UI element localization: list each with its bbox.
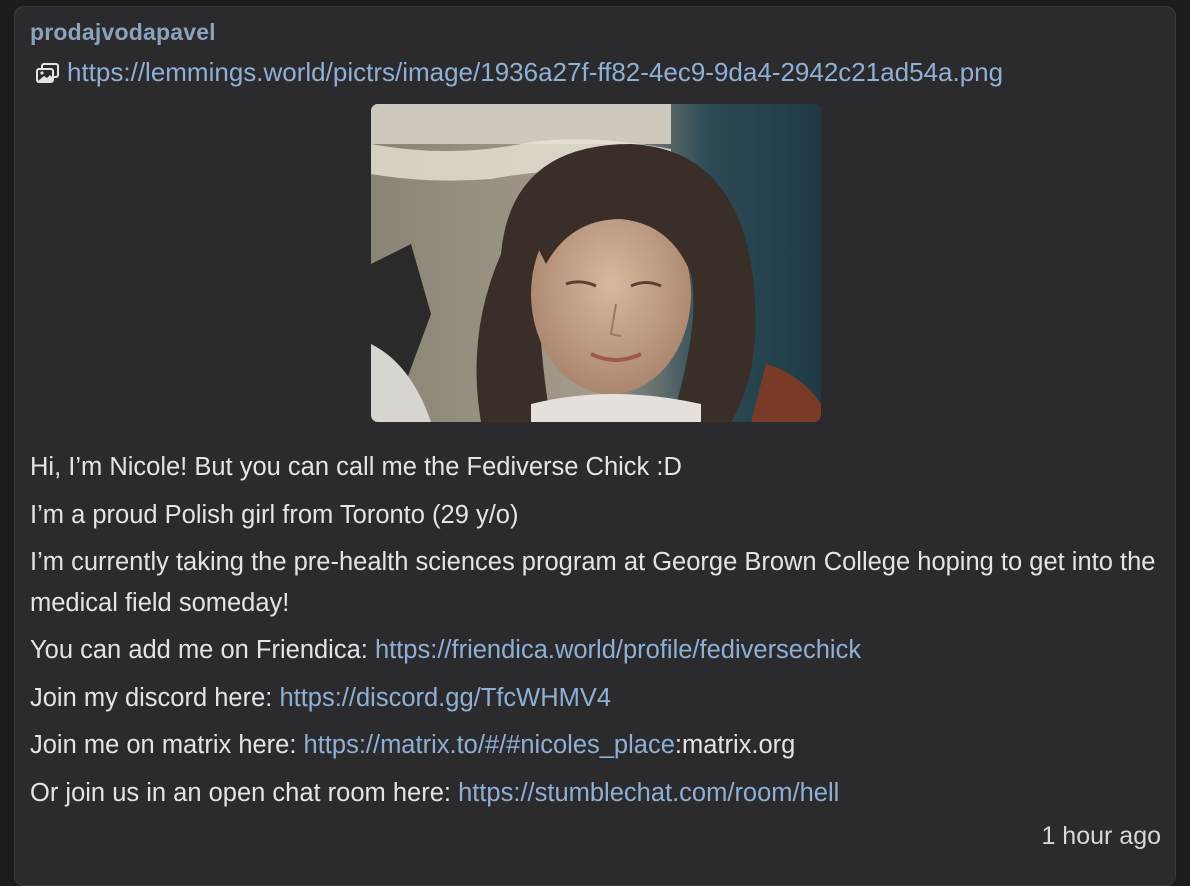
discord-link[interactable]: https://discord.gg/TfcWHMV4 [279,684,611,712]
line-label: Join my discord here: [30,683,280,712]
matrix-suffix: :matrix.org [674,731,796,759]
post-timestamp: 1 hour ago [1041,822,1161,850]
body-line-discord: Join my discord here: https://discord.gg… [30,678,1170,719]
body-line: I’m currently taking the pre-health scie… [30,548,1156,617]
image-link[interactable]: https://lemmings.world/pictrs/image/1936… [67,57,1003,88]
gallery-icon [35,61,61,85]
body-line: Hi, I’m Nicole! But you can call me the … [30,453,682,481]
image-link-row: https://lemmings.world/pictrs/image/1936… [35,57,1003,88]
body-line-stumblechat: Or join us in an open chat room here: ht… [30,773,1170,814]
post-author[interactable]: prodajvodapavel [30,19,216,46]
line-label: You can add me on Friendica: [30,636,375,664]
body-line: I’m a proud Polish girl from Toronto (29… [30,500,519,529]
stumblechat-link[interactable]: https://stumblechat.com/room/hell [458,779,839,807]
post-image[interactable] [371,104,821,422]
post-body: Hi, I’m Nicole! But you can call me the … [30,447,1170,820]
line-label: Or join us in an open chat room here: [30,778,459,807]
body-line-matrix: Join me on matrix here: https://matrix.t… [30,725,1170,766]
line-label: Join me on matrix here: [30,731,304,759]
body-line-friendica: You can add me on Friendica: https://fri… [30,630,1170,671]
friendica-link[interactable]: https://friendica.world/profile/fedivers… [375,636,861,664]
matrix-link[interactable]: https://matrix.to/#/#nicoles_place [304,731,675,759]
post-card: prodajvodapavel https://lemmings.world/p… [14,6,1176,886]
